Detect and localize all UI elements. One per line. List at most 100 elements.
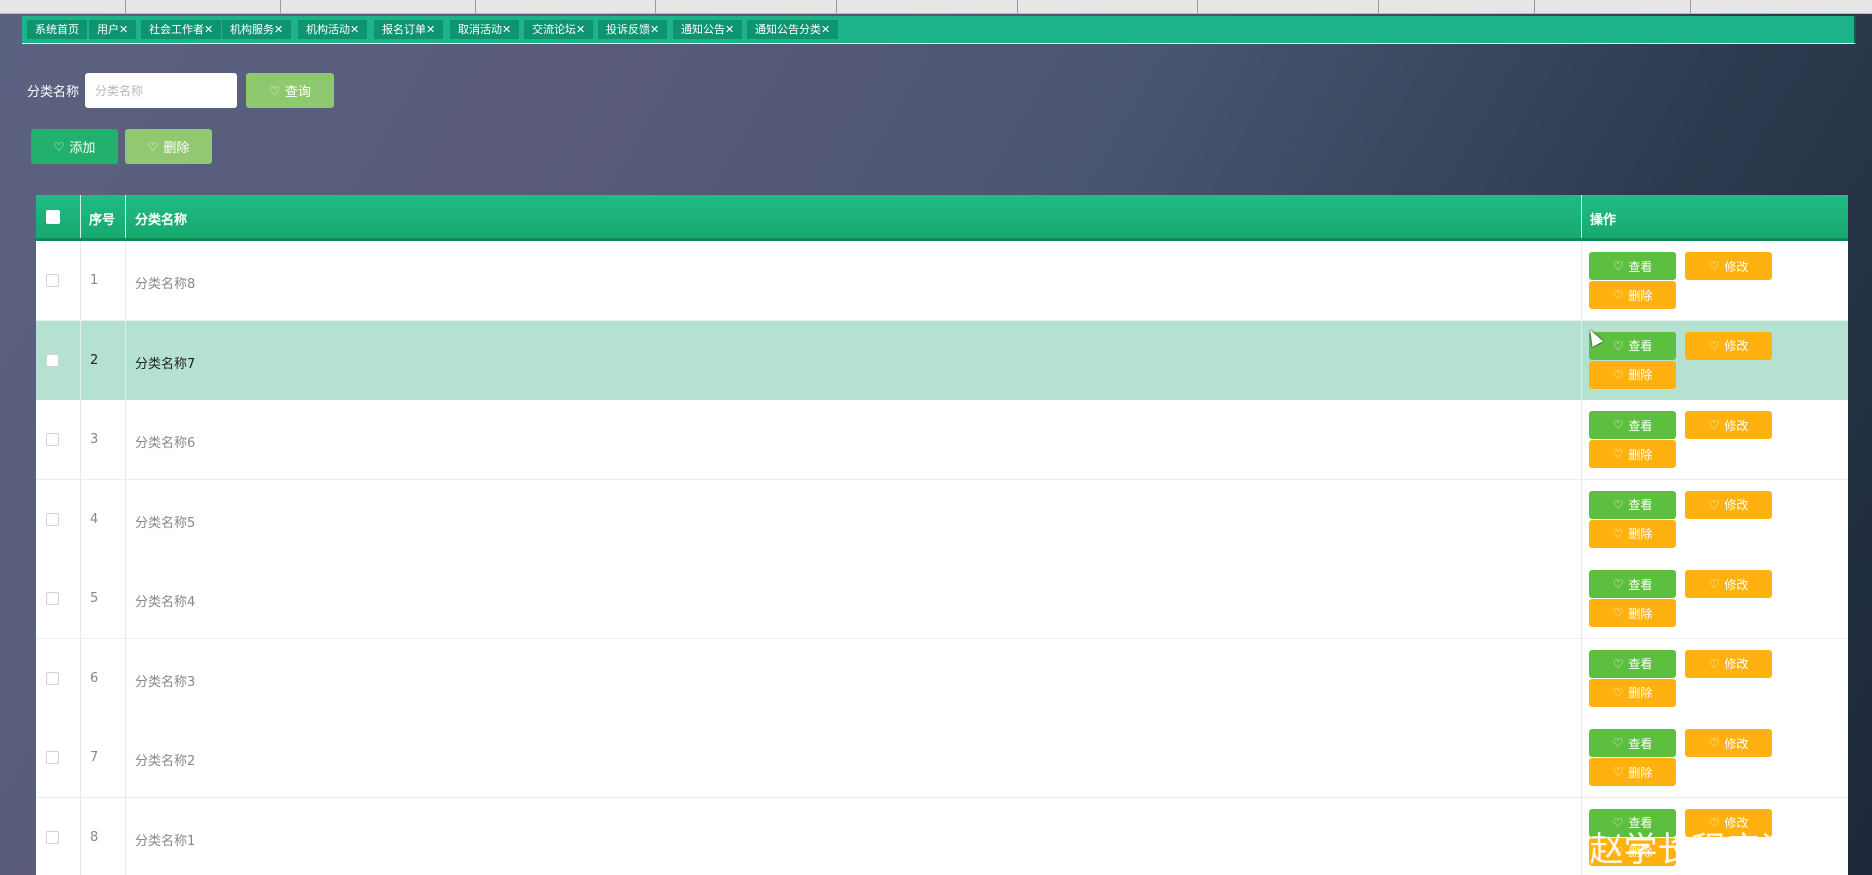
heart-icon: ♡ [1612,338,1624,353]
view-button-label: 查看 [1628,657,1653,671]
view-button-label: 查看 [1628,339,1653,353]
header-index: 序号 [89,213,116,228]
row-checkbox[interactable] [46,751,59,764]
tab-notices[interactable]: 通知公告✕ [673,20,743,39]
view-button[interactable]: ♡ 查看 [1589,490,1676,519]
view-button[interactable]: ♡ 查看 [1589,729,1676,757]
row-name: 分类名称2 [135,754,196,769]
view-button[interactable]: ♡ 查看 [1589,331,1676,360]
view-button[interactable]: ♡ 查看 [1589,411,1676,439]
table-header: 序号 分类名称 操作 [36,195,1848,241]
edit-button-label: 修改 [1724,498,1749,512]
heart-icon: ♡ [1612,497,1624,512]
row-name: 分类名称1 [135,833,196,849]
view-button-label: 查看 [1628,259,1653,274]
category-table: 序号 分类名称 操作 1 分类名称8 ♡ 查看 ♡ 修改 ♡ 删除 2 分类名称7 ♡ 查看 ♡ 修改 ♡ 删… [36,195,1848,875]
delete-button-label: 删除 [1628,527,1653,541]
heart-icon: ♡ [1708,736,1720,750]
select-all-checkbox[interactable] [46,210,60,224]
delete-button[interactable]: ♡ 删除 [1589,519,1676,548]
heart-icon: ♡ [1708,577,1720,591]
table-row[interactable]: 2 分类名称7 ♡ 查看 ♡ 修改 ♡ 删除 [36,320,1848,401]
row-checkbox[interactable] [46,830,59,844]
add-button-label: 添加 [69,141,96,156]
row-checkbox[interactable] [46,353,59,367]
tab-social-workers[interactable]: 社会工作者✕ [141,20,222,39]
heart-icon: ♡ [1612,656,1624,671]
bulk-delete-button-label: 删除 [163,141,190,156]
query-button[interactable]: ♡ 查询 [246,73,334,108]
search-input[interactable] [85,73,237,108]
edit-button[interactable]: ♡ 修改 [1685,649,1772,678]
edit-button-label: 修改 [1724,259,1749,274]
delete-button[interactable]: ♡ 删除 [1589,678,1676,707]
heart-icon: ♡ [269,83,280,98]
row-index: 3 [90,432,99,447]
view-button[interactable]: ♡ 查看 [1589,252,1676,280]
view-button-label: 查看 [1628,736,1653,751]
delete-button-label: 删除 [1628,606,1653,621]
tab-cancel-activity[interactable]: 取消活动✕ [450,20,520,39]
query-button-label: 查询 [284,85,311,100]
heart-icon: ♡ [1612,418,1624,432]
tab-signup-orders[interactable]: 报名订单✕ [374,20,444,39]
tab-org-activities[interactable]: 机构活动✕ [298,20,368,39]
view-button[interactable]: ♡ 查看 [1589,570,1676,598]
table-row[interactable]: 1 分类名称8 ♡ 查看 ♡ 修改 ♡ 删除 [36,241,1848,321]
tab-bar: 系统首页 用户✕ 社会工作者✕ 机构服务✕ 机构活动✕ 报名订单✕ 取消活动✕ … [22,16,1856,44]
heart-icon: ♡ [1708,338,1720,353]
edit-button-label: 修改 [1724,657,1749,671]
tab-users[interactable]: 用户✕ [89,20,137,39]
edit-button-label: 修改 [1724,577,1749,592]
table-row[interactable]: 5 分类名称4 ♡ 查看 ♡ 修改 ♡ 删除 [36,559,1848,639]
add-button[interactable]: ♡ 添加 [31,129,118,164]
tab-home[interactable]: 系统首页 [27,20,87,39]
table-row[interactable]: 4 分类名称5 ♡ 查看 ♡ 修改 ♡ 删除 [36,479,1848,560]
tab-forum[interactable]: 交流论坛✕ [524,20,594,39]
row-checkbox[interactable] [46,433,59,446]
edit-button[interactable]: ♡ 修改 [1685,729,1772,757]
header-actions: 操作 [1590,213,1617,228]
search-label: 分类名称 [27,85,80,100]
row-index: 7 [90,750,99,765]
tab-notice-categories[interactable]: 通知公告分类✕ [747,20,839,39]
row-name: 分类名称8 [135,277,196,292]
header-name: 分类名称 [135,213,188,228]
table-row[interactable]: 3 分类名称6 ♡ 查看 ♡ 修改 ♡ 删除 [36,400,1848,480]
delete-button[interactable]: ♡ 删除 [1589,281,1676,309]
table-row[interactable]: 7 分类名称2 ♡ 查看 ♡ 修改 ♡ 删除 [36,718,1848,798]
heart-icon: ♡ [1612,259,1624,273]
row-checkbox[interactable] [46,671,59,685]
edit-button[interactable]: ♡ 修改 [1685,252,1772,280]
heart-icon: ♡ [1708,418,1720,432]
browser-top-strip [0,0,1872,14]
delete-button[interactable]: ♡ 删除 [1589,440,1676,468]
tab-org-services[interactable]: 机构服务✕ [222,20,292,39]
row-checkbox[interactable] [46,592,59,605]
edit-button[interactable]: ♡ 修改 [1685,331,1772,360]
bulk-delete-button[interactable]: ♡ 删除 [125,129,212,164]
row-name: 分类名称3 [135,674,196,690]
delete-button-label: 删除 [1628,765,1653,780]
view-button[interactable]: ♡ 查看 [1589,649,1676,678]
row-name: 分类名称4 [135,595,196,610]
tab-complaints[interactable]: 投诉反馈✕ [598,20,668,39]
delete-button[interactable]: ♡ 删除 [1589,360,1676,389]
delete-button[interactable]: ♡ 删除 [1589,758,1676,786]
heart-icon: ♡ [53,139,65,154]
edit-button[interactable]: ♡ 修改 [1685,411,1772,439]
table-row[interactable]: 6 分类名称3 ♡ 查看 ♡ 修改 ♡ 删除 [36,638,1848,719]
row-index: 8 [90,829,99,845]
delete-button[interactable]: ♡ 删除 [1589,599,1676,627]
edit-button[interactable]: ♡ 修改 [1685,570,1772,598]
heart-icon: ♡ [1612,606,1624,620]
edit-button[interactable]: ♡ 修改 [1685,490,1772,519]
row-index: 4 [90,511,99,527]
edit-button-label: 修改 [1724,736,1749,751]
view-button-label: 查看 [1628,577,1653,592]
view-button-label: 查看 [1628,498,1653,512]
heart-icon: ♡ [1612,447,1624,461]
row-name: 分类名称5 [135,515,196,531]
row-checkbox[interactable] [46,274,59,287]
row-checkbox[interactable] [46,512,59,526]
